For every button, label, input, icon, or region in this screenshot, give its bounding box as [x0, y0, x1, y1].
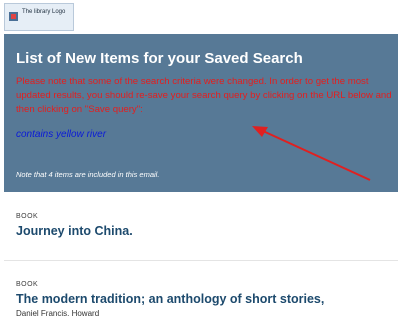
- item-author: Daniel Francis. Howard: [16, 309, 100, 318]
- item-title-link[interactable]: The modern tradition; an anthology of sh…: [16, 292, 396, 306]
- list-item: BOOK The modern tradition; an anthology …: [4, 271, 398, 325]
- item-title-link[interactable]: Journey into China.: [16, 224, 396, 238]
- list-item: BOOK Journey into China.: [4, 203, 398, 261]
- item-type-label: BOOK: [16, 213, 39, 220]
- item-type-label: BOOK: [16, 281, 39, 288]
